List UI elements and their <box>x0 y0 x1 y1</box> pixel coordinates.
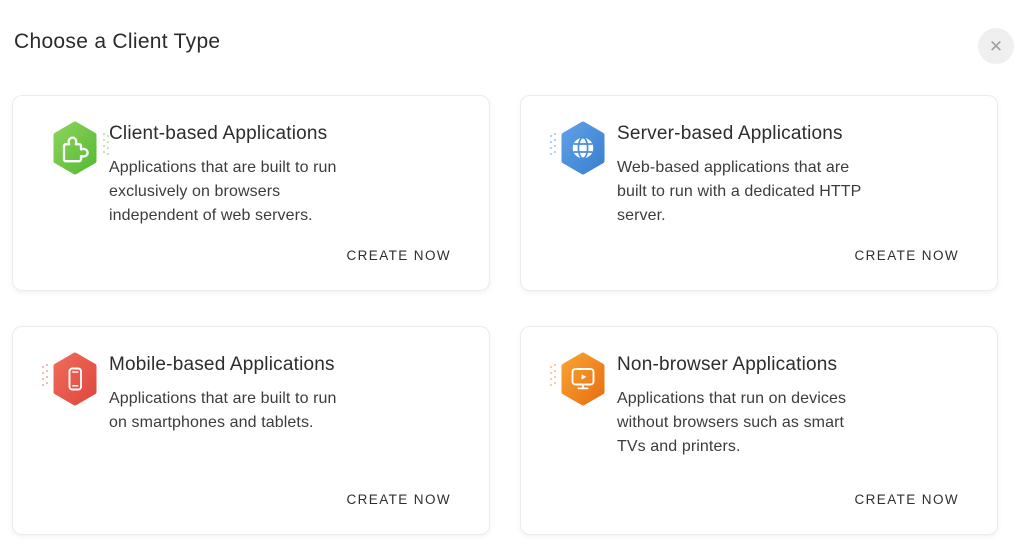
close-button[interactable]: ✕ <box>978 28 1014 64</box>
card-client-based[interactable]: Client-based Applications Applications t… <box>12 95 490 291</box>
card-description: Web-based applications that are built to… <box>617 159 862 224</box>
puzzle-icon <box>53 121 97 175</box>
card-title: Mobile-based Applications <box>109 354 335 375</box>
card-title: Server-based Applications <box>617 123 843 144</box>
card-non-browser[interactable]: Non-browser Applications Applications th… <box>520 326 998 535</box>
halftone-dots <box>550 133 556 155</box>
card-title: Client-based Applications <box>109 123 328 144</box>
card-title: Non-browser Applications <box>617 354 838 375</box>
close-icon: ✕ <box>988 36 1004 56</box>
card-description: Applications that run on devices without… <box>617 390 847 455</box>
create-now-link[interactable]: CREATE NOW <box>855 492 960 507</box>
card-description: Applications that are built to run on sm… <box>109 390 337 431</box>
tv-play-icon <box>561 352 605 406</box>
page-title: Choose a Client Type <box>14 30 221 53</box>
card-mobile-based[interactable]: Mobile-based Applications Applications t… <box>12 326 490 535</box>
create-now-link[interactable]: CREATE NOW <box>347 248 452 263</box>
globe-icon <box>561 121 605 175</box>
create-now-link[interactable]: CREATE NOW <box>347 492 452 507</box>
create-now-link[interactable]: CREATE NOW <box>855 248 960 263</box>
smartphone-icon <box>53 352 97 406</box>
card-server-based[interactable]: Server-based Applications Web-based appl… <box>520 95 998 291</box>
halftone-dots <box>42 364 48 386</box>
halftone-dots <box>550 364 556 386</box>
card-description: Applications that are built to run exclu… <box>109 159 337 224</box>
